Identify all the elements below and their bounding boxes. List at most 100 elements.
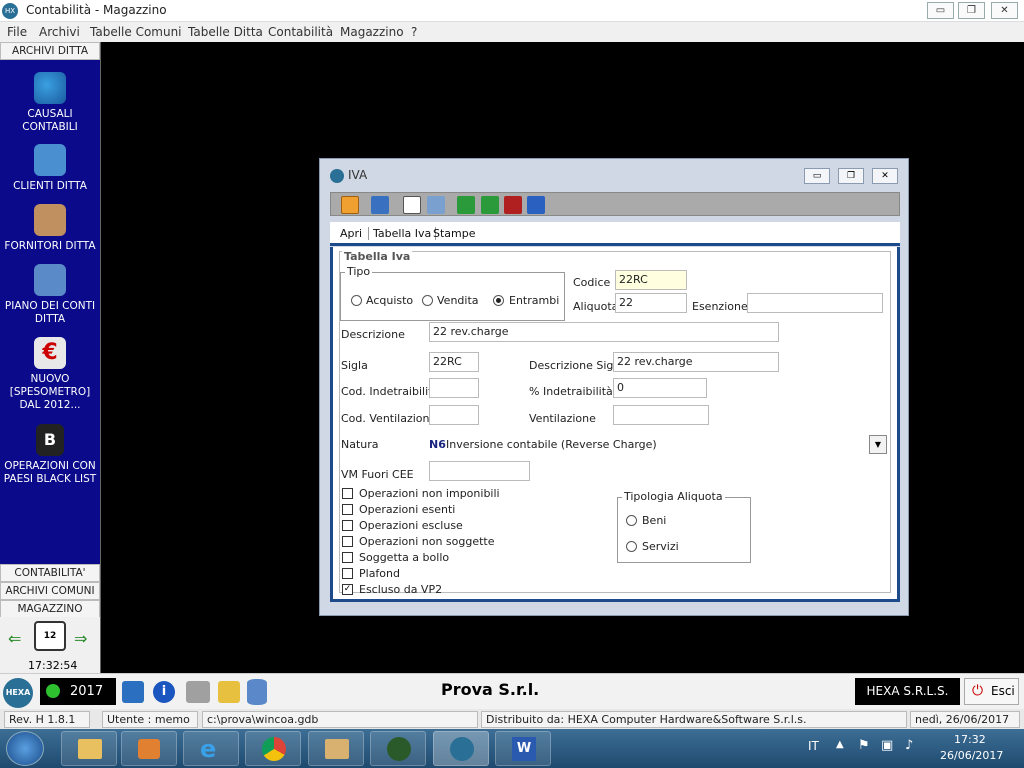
arrow-right-icon[interactable]: ⇒ bbox=[74, 629, 87, 648]
aliquota-field[interactable]: 22 bbox=[615, 293, 687, 313]
taskbar-word[interactable]: W bbox=[495, 731, 551, 766]
close-button[interactable]: ✕ bbox=[991, 2, 1018, 19]
sidebar-section-magazzino[interactable]: MAGAZZINO bbox=[0, 600, 100, 618]
calculator-icon[interactable] bbox=[122, 681, 144, 703]
taskbar-app[interactable] bbox=[370, 731, 426, 766]
descrizione-sigla-field[interactable]: 22 rev.charge bbox=[613, 352, 779, 372]
checkbox-label: Escluso da VP2 bbox=[359, 583, 443, 596]
natura-description[interactable]: Inversione contabile (Reverse Charge) bbox=[446, 438, 657, 451]
child-minimize-button[interactable]: ▭ bbox=[804, 168, 830, 184]
window-title: Contabilità - Magazzino bbox=[26, 3, 167, 17]
tipo-label: Tipo bbox=[345, 265, 373, 278]
codice-field[interactable]: 22RC bbox=[615, 270, 687, 290]
sidebar-item-causali[interactable]: CAUSALI CONTABILI bbox=[0, 72, 100, 134]
taskbar-explorer[interactable] bbox=[61, 731, 117, 766]
undo-icon[interactable] bbox=[527, 196, 545, 214]
sidebar-item-label: CLIENTI DITTA bbox=[13, 180, 87, 192]
natura-dropdown-button[interactable]: ▼ bbox=[869, 435, 887, 454]
esenzione-field[interactable] bbox=[747, 293, 883, 313]
previous-icon[interactable] bbox=[457, 196, 475, 214]
calendar-clock-icon[interactable]: 12 bbox=[34, 621, 66, 651]
sidebar-item-label: NUOVO [SPESOMETRO] DAL 2012... bbox=[9, 373, 91, 411]
child-close-button[interactable]: ✕ bbox=[872, 168, 898, 184]
tipologia-aliquota-label: Tipologia Aliquota bbox=[622, 490, 725, 503]
menu-contabilita[interactable]: Contabilità bbox=[268, 25, 333, 39]
language-indicator[interactable]: IT bbox=[808, 739, 819, 753]
taskbar-ie[interactable]: e bbox=[183, 731, 239, 766]
group-title: Tabella Iva bbox=[342, 250, 413, 263]
exit-button-label: Esci bbox=[991, 684, 1015, 698]
arrow-left-icon[interactable]: ⇐ bbox=[8, 629, 21, 648]
checkbox-label: Operazioni esenti bbox=[359, 503, 456, 516]
radio-beni[interactable] bbox=[626, 515, 637, 526]
network-icon[interactable]: ▣ bbox=[881, 738, 893, 753]
next-icon[interactable] bbox=[481, 196, 499, 214]
child-maximize-button[interactable]: ❐ bbox=[838, 168, 864, 184]
exit-icon[interactable] bbox=[341, 196, 359, 214]
cod-ventilazione-field[interactable] bbox=[429, 405, 479, 425]
year-label: 2017 bbox=[70, 684, 104, 699]
menu-help[interactable]: ? bbox=[411, 25, 417, 39]
radio-servizi[interactable] bbox=[626, 541, 637, 552]
app-tool-icon bbox=[387, 737, 411, 761]
app-icon: HX bbox=[2, 3, 18, 19]
help-icon[interactable] bbox=[371, 196, 389, 214]
info-icon[interactable]: i bbox=[153, 681, 175, 703]
new-document-icon[interactable] bbox=[403, 196, 421, 214]
sidebar-section-archivi-comuni[interactable]: ARCHIVI COMUNI bbox=[0, 582, 100, 600]
sidebar-item-black-list[interactable]: B OPERAZIONI CON PAESI BLACK LIST bbox=[0, 424, 100, 486]
descrizione-field[interactable]: 22 rev.charge bbox=[429, 322, 779, 342]
tab-tabella-iva[interactable]: Tabella Iva bbox=[368, 227, 437, 240]
tab-apri[interactable]: Apri bbox=[340, 227, 362, 240]
mail-icon[interactable] bbox=[218, 681, 240, 703]
volume-icon[interactable]: ♪ bbox=[905, 738, 913, 753]
sidebar-item-clienti[interactable]: CLIENTI DITTA bbox=[0, 144, 100, 193]
radio-vendita[interactable] bbox=[422, 295, 433, 306]
taskbar-files[interactable] bbox=[308, 731, 364, 766]
checkbox-2[interactable] bbox=[342, 504, 353, 515]
refresh-icon[interactable] bbox=[427, 196, 445, 214]
taskbar-hexa[interactable] bbox=[433, 731, 489, 766]
tab-stampe[interactable]: Stampe bbox=[433, 227, 476, 240]
exit-button[interactable]: ⏻ Esci bbox=[964, 678, 1019, 705]
checkbox-7[interactable]: ✓ bbox=[342, 584, 353, 595]
maximize-button[interactable]: ❐ bbox=[958, 2, 985, 19]
checkbox-5[interactable] bbox=[342, 552, 353, 563]
ventilazione-field[interactable] bbox=[613, 405, 709, 425]
checkbox-4[interactable] bbox=[342, 536, 353, 547]
sidebar-item-piano-conti[interactable]: PIANO DEI CONTI DITTA bbox=[0, 264, 100, 326]
perc-indetraibilita-field[interactable]: 0 bbox=[613, 378, 707, 398]
sigla-field[interactable]: 22RC bbox=[429, 352, 479, 372]
taskbar-chrome[interactable] bbox=[245, 731, 301, 766]
cod-indetraibilita-field[interactable] bbox=[429, 378, 479, 398]
menu-archivi[interactable]: Archivi bbox=[39, 25, 80, 39]
year-box[interactable]: 2017 bbox=[40, 678, 116, 705]
menu-tabelle-comuni[interactable]: Tabelle Comuni bbox=[90, 25, 182, 39]
checkbox-1[interactable] bbox=[342, 488, 353, 499]
sidebar-section-contabilita[interactable]: CONTABILITA' bbox=[0, 564, 100, 582]
checkbox-3[interactable] bbox=[342, 520, 353, 531]
toolbar bbox=[330, 192, 900, 216]
tray-expand-icon[interactable]: ▲ bbox=[836, 739, 844, 750]
spesometro-icon: € bbox=[34, 337, 66, 369]
sidebar-item-fornitori[interactable]: FORNITORI DITTA bbox=[0, 204, 100, 253]
checkbox-6[interactable] bbox=[342, 568, 353, 579]
radio-entrambi[interactable] bbox=[493, 295, 504, 306]
menu-magazzino[interactable]: Magazzino bbox=[340, 25, 404, 39]
status-path: c:\prova\wincoa.gdb bbox=[202, 711, 478, 728]
word-icon: W bbox=[512, 737, 536, 761]
database-icon[interactable] bbox=[247, 679, 267, 705]
menu-file[interactable]: File bbox=[7, 25, 27, 39]
sidebar-item-label: CAUSALI CONTABILI bbox=[22, 108, 78, 133]
save-icon[interactable] bbox=[504, 196, 522, 214]
taskbar-media[interactable] bbox=[121, 731, 177, 766]
sidebar-item-spesometro[interactable]: € NUOVO [SPESOMETRO] DAL 2012... bbox=[0, 337, 100, 412]
tools-icon[interactable] bbox=[186, 681, 210, 703]
start-button[interactable] bbox=[6, 731, 44, 766]
menu-tabelle-ditta[interactable]: Tabelle Ditta bbox=[188, 25, 263, 39]
sidebar-header[interactable]: ARCHIVI DITTA bbox=[0, 42, 100, 60]
vm-fuori-cee-field[interactable] bbox=[429, 461, 530, 481]
radio-acquisto[interactable] bbox=[351, 295, 362, 306]
flag-icon[interactable]: ⚑ bbox=[858, 738, 870, 753]
minimize-button[interactable]: ▭ bbox=[927, 2, 954, 19]
